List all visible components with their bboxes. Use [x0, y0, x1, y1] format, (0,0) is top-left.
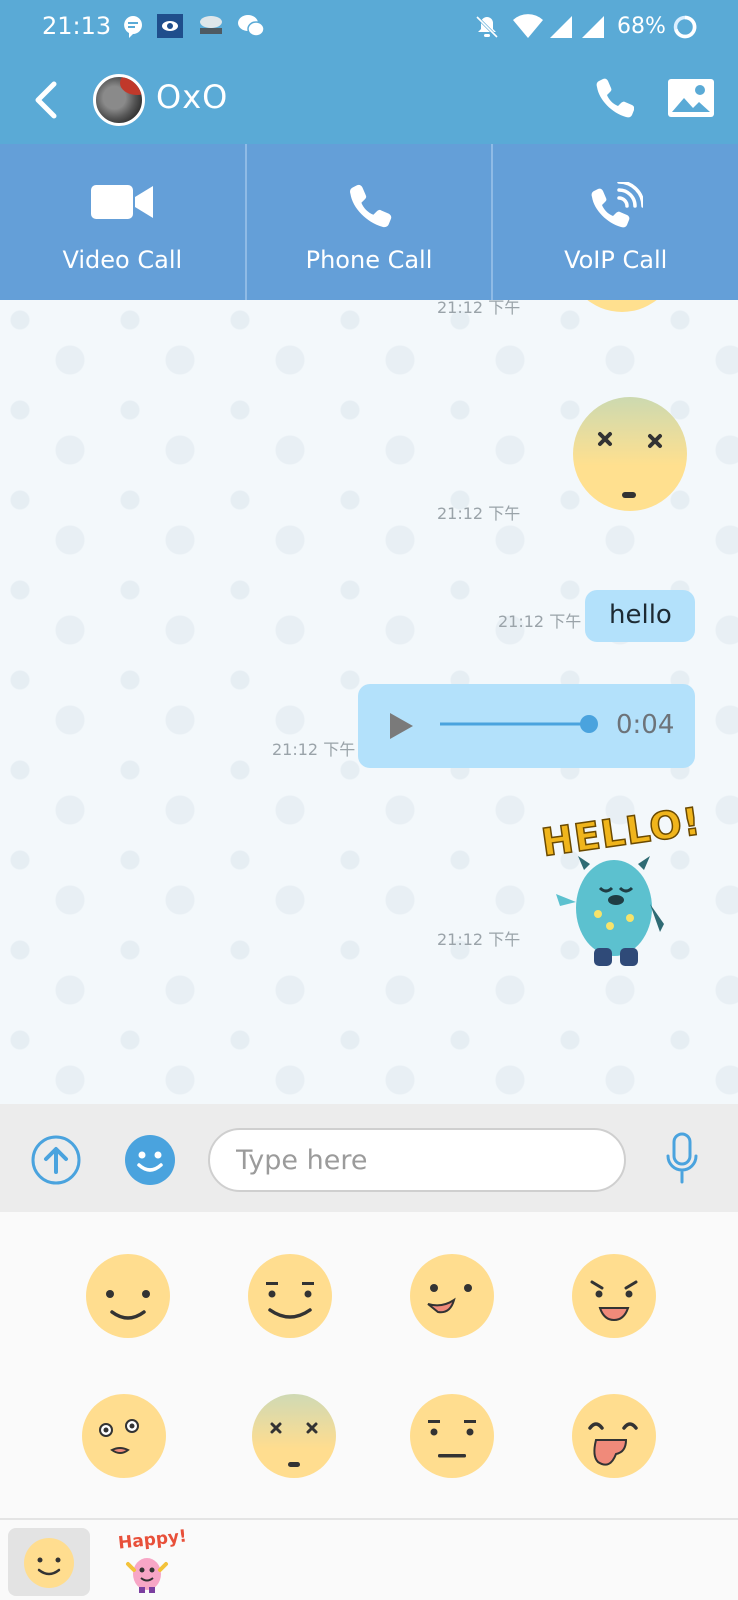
smug-face-sticker[interactable] [248, 1254, 332, 1338]
wifi-icon [513, 14, 543, 39]
weather-icon [200, 16, 222, 34]
sticker-pack-tabs: Happy! [0, 1518, 738, 1600]
tab-happy-monster[interactable]: Happy! [104, 1526, 188, 1596]
message-time: 21:12 下午 [437, 930, 521, 949]
signal-icon [550, 16, 572, 38]
voip-call-label: VoIP Call [564, 246, 668, 274]
mute-icon [475, 15, 499, 39]
battery-percent: 68% [617, 14, 666, 39]
happy-monster-icon [126, 1558, 168, 1593]
sticker-panel [0, 1212, 738, 1518]
news-app-icon [157, 14, 183, 38]
phone-icon[interactable] [594, 76, 634, 120]
sticker-dizzy-face[interactable] [572, 396, 688, 512]
contact-name[interactable]: OxO [156, 78, 228, 116]
message-time: 21:12 下午 [437, 504, 521, 523]
mischief-face-sticker[interactable] [572, 1254, 656, 1338]
surprised-face-sticker[interactable] [82, 1394, 166, 1478]
chat-messages[interactable]: 21:12 下午 21:12 下午 hello 21:12 下午 0:04 21… [0, 300, 738, 1104]
play-icon[interactable] [388, 712, 414, 740]
message-time: 21:12 下午 [437, 300, 521, 317]
grin-face-sticker[interactable] [410, 1254, 494, 1338]
voip-phone-icon [591, 182, 643, 228]
voice-progress-bar[interactable] [438, 714, 600, 734]
message-time: 21:12 下午 [498, 612, 582, 631]
dizzy-face-sticker[interactable] [252, 1394, 336, 1478]
message-bubble-icon [124, 16, 142, 38]
wechat-icon [238, 15, 265, 37]
neutral-face-sticker[interactable] [410, 1394, 494, 1478]
chat-header: OxO [0, 56, 738, 144]
battery-ring-icon [673, 15, 697, 39]
video-call-button[interactable]: Video Call [0, 144, 245, 300]
tongue-face-sticker[interactable] [572, 1394, 656, 1478]
message-input-bar [0, 1104, 738, 1212]
video-camera-icon [91, 185, 154, 219]
contact-avatar[interactable] [93, 74, 145, 126]
status-bar: 21:13 68% [0, 0, 738, 56]
smile-face-sticker[interactable] [86, 1254, 170, 1338]
phone-call-label: Phone Call [305, 246, 433, 274]
phone-call-button[interactable]: Phone Call [244, 144, 492, 300]
voip-call-button[interactable]: VoIP Call [491, 144, 738, 300]
call-options-bar: Video Call Phone Call VoIP Call [0, 144, 738, 300]
voice-duration: 0:04 [616, 710, 675, 740]
image-icon[interactable] [667, 76, 715, 120]
video-call-label: Video Call [62, 246, 183, 274]
message-bubble-text[interactable]: hello [585, 590, 695, 642]
emoji-toggle-icon[interactable] [124, 1134, 176, 1186]
phone-icon [350, 184, 392, 228]
message-time: 21:12 下午 [272, 740, 356, 759]
microphone-icon[interactable] [664, 1132, 700, 1186]
smile-face-icon [24, 1538, 74, 1588]
status-time: 21:13 [42, 12, 112, 40]
message-input[interactable] [208, 1128, 626, 1192]
back-arrow-icon[interactable] [26, 76, 66, 124]
upload-icon[interactable] [30, 1134, 82, 1186]
sticker-smiling-face[interactable] [566, 300, 678, 312]
signal-icon-2 [582, 16, 604, 38]
tab-emoji-faces[interactable] [8, 1528, 90, 1596]
message-text: hello [609, 600, 672, 630]
voice-message-bubble[interactable]: 0:04 [358, 684, 695, 768]
